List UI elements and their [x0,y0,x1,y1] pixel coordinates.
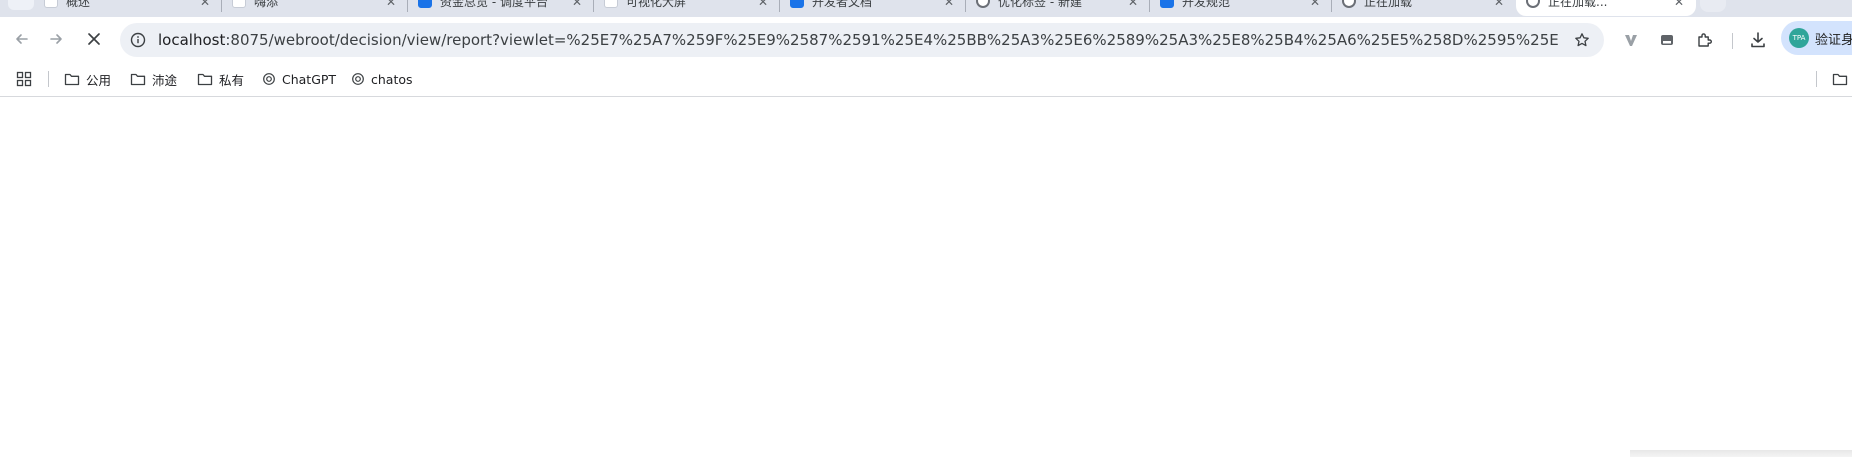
folder-icon [197,73,213,86]
apps-grid-icon [16,71,32,87]
tab-5[interactable]: 优化标签 - 新建 ✕ [966,0,1150,16]
extensions-puzzle-icon[interactable] [1694,29,1716,51]
tab-search-button[interactable] [8,0,34,10]
tab-7[interactable]: 正在加载 ✕ [1332,0,1516,16]
close-tab-icon[interactable]: ✕ [1128,0,1138,9]
bookmark-folder-peitu[interactable]: 沛途 [130,68,177,90]
bookmarks-bar: 公用 沛途 私有 ChatGPT chatos [0,61,1852,97]
close-tab-icon[interactable]: ✕ [1310,0,1320,9]
tab-title: 正在加载... [1548,0,1608,9]
back-button[interactable] [12,29,32,49]
url-text[interactable]: localhost:8075/webroot/decision/view/rep… [158,31,1558,49]
page-favicon-icon [418,0,432,8]
tab-title: 开发者文档 [812,0,873,9]
site-info-icon[interactable] [128,30,148,50]
tab-0[interactable]: 概述 ✕ [34,0,222,16]
profile-button[interactable]: TPA 验证身份 [1781,21,1852,55]
bookmark-star-icon[interactable] [1572,30,1592,50]
bookmark-folder-public[interactable]: 公用 [64,68,111,90]
arrow-right-icon [50,34,62,44]
tab-8-active[interactable]: 正在加载... ✕ [1516,0,1696,16]
close-tab-icon[interactable]: ✕ [944,0,954,9]
page-favicon-icon [790,0,804,8]
tab-strip: 概述 ✕ 嗨添 ✕ 资金总览 - 调度平台 ✕ 可视化大屏 ✕ 开发者文档 ✕ … [0,0,1852,17]
page-favicon-icon [976,0,990,8]
openai-icon [263,73,275,85]
bookmark-label: 沛途 [152,72,178,88]
browser-toolbar: localhost:8075/webroot/decision/view/rep… [0,17,1852,61]
tab-title: 可视化大屏 [626,0,687,9]
avatar: TPA [1789,28,1809,48]
tab-title: 概述 [66,0,91,9]
bookmarks-separator [1816,71,1817,87]
bookmark-chatos[interactable]: chatos [351,68,413,90]
openai-icon [352,73,364,85]
new-tab-button[interactable] [1700,0,1726,12]
bookmark-label: 私有 [219,72,245,88]
page-favicon-icon [1342,0,1356,8]
close-tab-icon[interactable]: ✕ [1674,0,1684,9]
close-tab-icon[interactable]: ✕ [1494,0,1504,9]
page-favicon-icon [44,0,58,8]
status-bubble [1630,450,1852,457]
tab-3[interactable]: 可视化大屏 ✕ [594,0,780,16]
url-path: :8075/webroot/decision/view/report?viewl… [225,31,1558,49]
arrow-left-icon [16,34,28,44]
close-icon [88,33,100,45]
page-content-area [0,97,1852,457]
page-favicon-icon [604,0,618,8]
close-tab-icon[interactable]: ✕ [758,0,768,9]
extension-v-icon[interactable] [1620,29,1642,51]
stop-loading-button[interactable] [84,29,104,49]
forward-button[interactable] [46,29,66,49]
page-favicon-icon [232,0,246,8]
tab-4[interactable]: 开发者文档 ✕ [780,0,966,16]
tab-title: 优化标签 - 新建 [998,0,1082,9]
tab-6[interactable]: 开发规范 ✕ [1150,0,1332,16]
folder-icon [130,73,146,86]
close-tab-icon[interactable]: ✕ [200,0,210,9]
bookmark-label: 公用 [86,72,112,88]
extension-game-icon[interactable] [1656,29,1678,51]
bookmark-label: ChatGPT [282,71,337,87]
downloads-icon[interactable] [1747,29,1769,51]
toolbar-separator [1732,33,1733,49]
tab-title: 开发规范 [1182,0,1231,9]
other-bookmarks-folder[interactable] [1832,68,1848,90]
bookmark-folder-private[interactable]: 私有 [197,68,244,90]
tab-1[interactable]: 嗨添 ✕ [222,0,408,16]
address-bar[interactable]: localhost:8075/webroot/decision/view/rep… [120,23,1604,57]
folder-icon [64,73,80,86]
page-favicon-icon [1160,0,1174,8]
tab-title: 资金总览 - 调度平台 [440,0,548,9]
url-host: localhost [158,31,226,49]
close-tab-icon[interactable]: ✕ [386,0,396,9]
tab-title: 正在加载 [1364,0,1413,9]
tab-2[interactable]: 资金总览 - 调度平台 ✕ [408,0,594,16]
bookmark-chatgpt[interactable]: ChatGPT [262,68,336,90]
apps-button[interactable] [16,68,32,90]
tab-title: 嗨添 [254,0,279,9]
folder-icon [1832,73,1848,86]
bookmark-label: chatos [371,71,413,87]
bookmarks-separator [48,71,49,87]
close-tab-icon[interactable]: ✕ [572,0,582,9]
loading-spinner-icon [1526,0,1540,8]
profile-label: 验证身份 [1815,32,1852,48]
